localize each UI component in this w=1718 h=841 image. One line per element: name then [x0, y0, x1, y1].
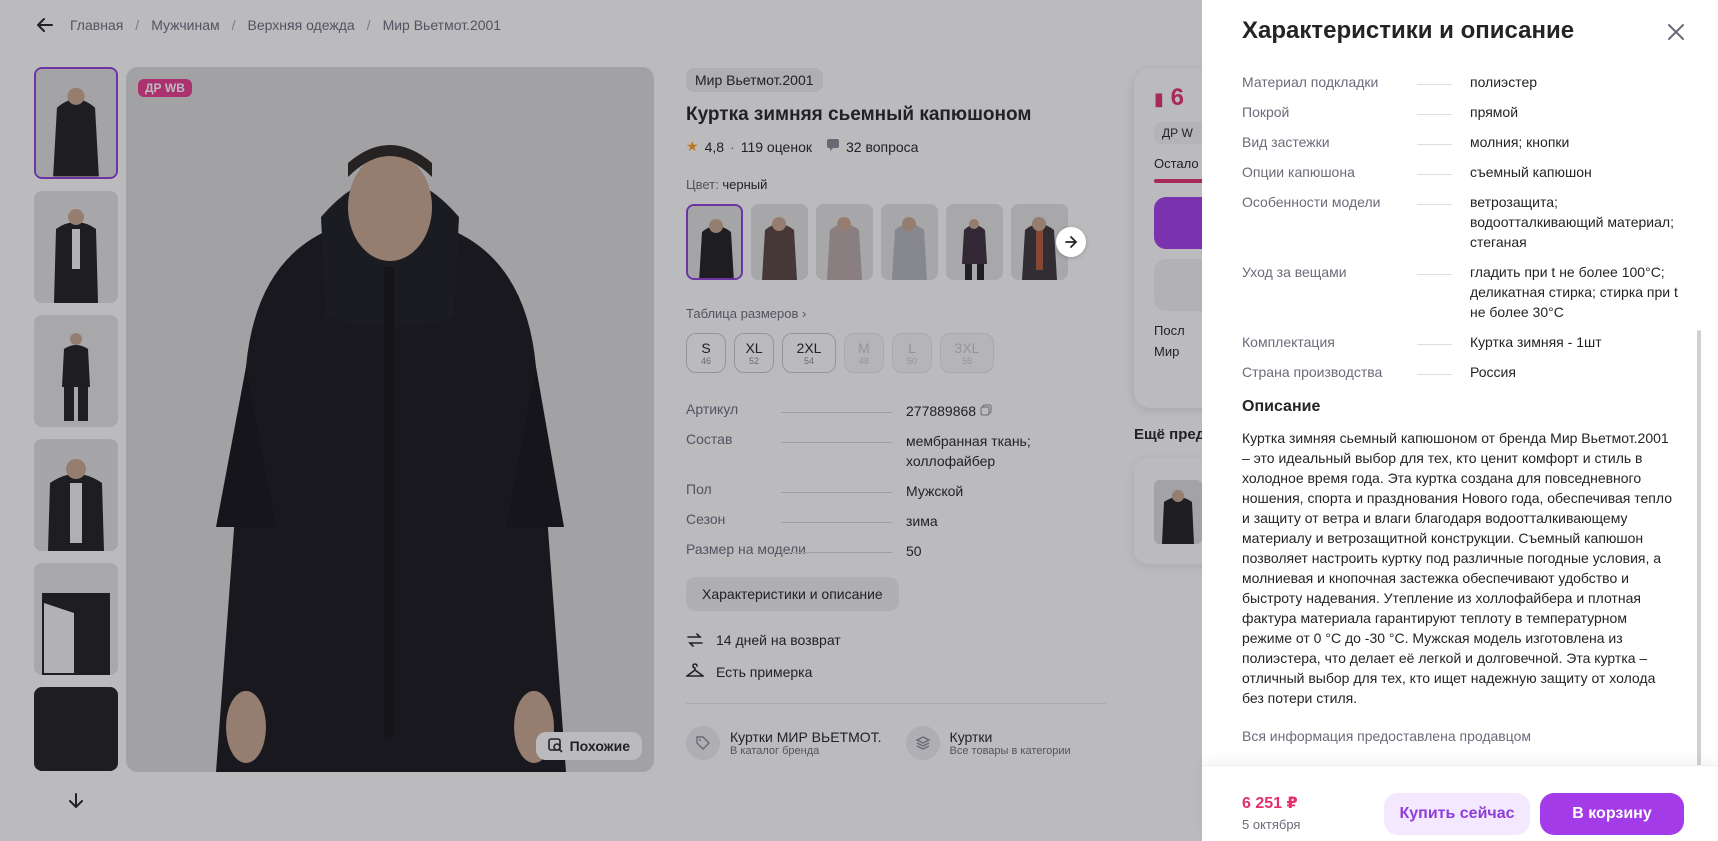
panel-content: Материал подкладки полиэстер Покрой прямой… [1242, 72, 1678, 744]
characteristic-row: Материал подкладки полиэстер [1242, 72, 1678, 92]
description-title: Описание [1242, 398, 1321, 415]
buy-now-button[interactable]: Купить сейчас [1384, 793, 1530, 835]
characteristic-value: полиэстер [1470, 74, 1538, 90]
characteristic-value: гладить при t не более 100°С; деликатная… [1470, 264, 1678, 320]
panel-title: Характеристики и описание [1242, 17, 1575, 44]
seller-info-note: Вся информация предоставлена продавцом [1242, 728, 1532, 744]
characteristic-value: Россия [1470, 364, 1516, 380]
description-text: Куртка зимняя сьемный капюшоном от бренд… [1242, 430, 1672, 706]
characteristic-value: ветрозащита; водоотталкивающий материал;… [1470, 194, 1674, 250]
characteristic-key: Покрой [1242, 102, 1470, 122]
close-icon[interactable] [1664, 20, 1688, 44]
characteristic-row: Опции капюшона съемный капюшон [1242, 162, 1678, 182]
characteristic-value: прямой [1470, 104, 1519, 120]
characteristic-key: Комплектация [1242, 332, 1470, 352]
characteristics-panel: Характеристики и описание Материал подкл… [1202, 0, 1718, 841]
characteristic-value: Куртка зимняя - 1шт [1470, 334, 1602, 350]
footer-delivery-date: 5 октября [1242, 817, 1301, 832]
characteristic-key: Особенности модели [1242, 192, 1470, 252]
panel-footer: 6 251 ₽ 5 октября Купить сейчас В корзин… [1202, 765, 1718, 841]
characteristic-row: Уход за вещами гладить при t не более 100… [1242, 262, 1678, 322]
add-to-cart-button[interactable]: В корзину [1540, 793, 1684, 835]
footer-price: 6 251 ₽ [1242, 795, 1298, 812]
characteristic-value: съемный капюшон [1470, 164, 1592, 180]
arrow-right-icon [1065, 236, 1078, 248]
characteristic-value: молния; кнопки [1470, 134, 1570, 150]
characteristic-key: Опции капюшона [1242, 162, 1470, 182]
characteristic-row: Страна производства Россия [1242, 362, 1678, 382]
characteristic-key: Вид застежки [1242, 132, 1470, 152]
characteristic-row: Комплектация Куртка зимняя - 1шт [1242, 332, 1678, 352]
characteristic-key: Страна производства [1242, 362, 1470, 382]
characteristic-key: Материал подкладки [1242, 72, 1470, 92]
colors-next-button[interactable] [1056, 227, 1086, 257]
modal-overlay[interactable] [0, 0, 1202, 841]
product-page: Главная / Мужчинам / Верхняя одежда / Ми… [0, 0, 1718, 841]
panel-scrollbar[interactable] [1697, 330, 1701, 770]
characteristic-row: Покрой прямой [1242, 102, 1678, 122]
characteristic-row: Вид застежки молния; кнопки [1242, 132, 1678, 152]
characteristic-key: Уход за вещами [1242, 262, 1470, 322]
characteristic-row: Особенности модели ветрозащита; водооттал… [1242, 192, 1678, 252]
